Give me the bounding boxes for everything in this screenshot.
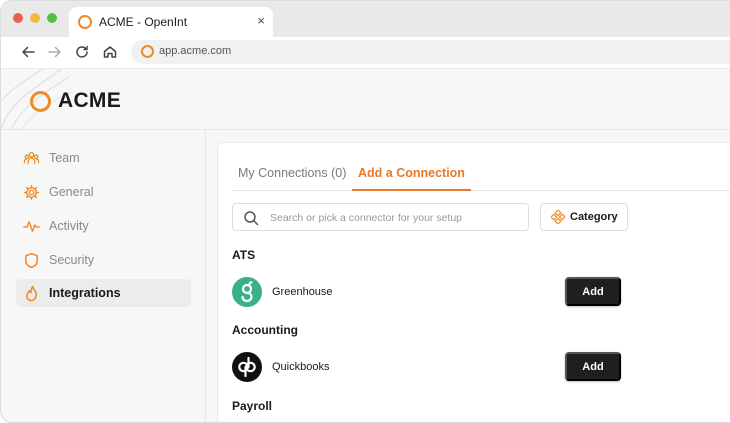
connector-name: Quickbooks [272, 361, 330, 373]
quickbooks-logo-icon [232, 352, 262, 382]
browser-tab[interactable]: ACME - OpenInt × [69, 7, 273, 37]
sidebar-item-security[interactable]: Security [16, 246, 191, 274]
favicon-icon [78, 15, 92, 29]
tab-add-connection[interactable]: Add a Connection [352, 166, 471, 191]
close-window-button[interactable] [13, 13, 23, 23]
add-quickbooks-button[interactable]: Add [565, 352, 621, 381]
sidebar-item-label: General [49, 185, 94, 199]
connection-tabs: My Connections (0) Add a Connection [232, 160, 730, 191]
tab-title: ACME - OpenInt [99, 15, 188, 29]
list-item-greenhouse: Greenhouse Add [232, 277, 622, 309]
sidebar-item-integrations[interactable]: Integrations [16, 279, 191, 307]
team-icon [22, 149, 40, 167]
gear-icon [22, 183, 40, 201]
forward-icon[interactable] [46, 43, 64, 61]
home-icon[interactable] [101, 43, 119, 61]
search-input[interactable]: Search or pick a connector for your setu… [232, 203, 529, 231]
sidebar-item-activity[interactable]: Activity [16, 212, 191, 240]
shield-icon [22, 251, 40, 269]
sidebar-item-team[interactable]: Team [16, 144, 191, 172]
main-panel: My Connections (0) Add a Connection Sear… [217, 142, 730, 422]
tab-my-connections[interactable]: My Connections (0) [238, 166, 346, 191]
search-icon [244, 211, 259, 226]
back-icon[interactable] [19, 43, 37, 61]
category-icon [551, 210, 565, 224]
sidebar: Team General Activity Security Integrati… [1, 130, 206, 422]
acme-logo[interactable]: ACME [30, 89, 121, 113]
url-text: app.acme.com [159, 45, 232, 57]
sidebar-item-label: Team [49, 151, 80, 165]
navigation-bar: app.acme.com [1, 37, 730, 69]
sidebar-item-label: Integrations [49, 286, 121, 300]
activity-icon [22, 217, 40, 235]
sidebar-item-label: Security [49, 253, 95, 267]
maximize-window-button[interactable] [47, 13, 57, 23]
logo-ring-icon [30, 90, 51, 112]
site-icon [141, 45, 154, 58]
section-title-accounting: Accounting [232, 323, 298, 337]
section-title-payroll: Payroll [232, 399, 273, 413]
section-title-ats: ATS [232, 248, 256, 262]
address-bar[interactable]: app.acme.com [131, 40, 730, 64]
sidebar-item-label: Activity [49, 219, 89, 233]
sidebar-item-general[interactable]: General [16, 178, 191, 206]
browser-window: ACME - OpenInt × app.acme.com ACME Team … [0, 0, 730, 423]
flame-icon [22, 284, 40, 302]
tab-bar: ACME - OpenInt × [1, 1, 730, 37]
connector-name: Greenhouse [272, 286, 333, 298]
reload-icon[interactable] [73, 43, 91, 61]
category-button[interactable]: Category [540, 203, 628, 231]
minimize-window-button[interactable] [30, 13, 40, 23]
add-greenhouse-button[interactable]: Add [565, 277, 621, 306]
greenhouse-logo-icon [232, 277, 262, 307]
logo-text: ACME [58, 89, 122, 112]
list-item-quickbooks: Quickbooks Add [232, 352, 622, 384]
app-header: ACME [1, 69, 730, 130]
close-tab-icon[interactable]: × [257, 13, 265, 28]
search-placeholder: Search or pick a connector for your setu… [270, 212, 463, 224]
category-label: Category [570, 211, 618, 223]
